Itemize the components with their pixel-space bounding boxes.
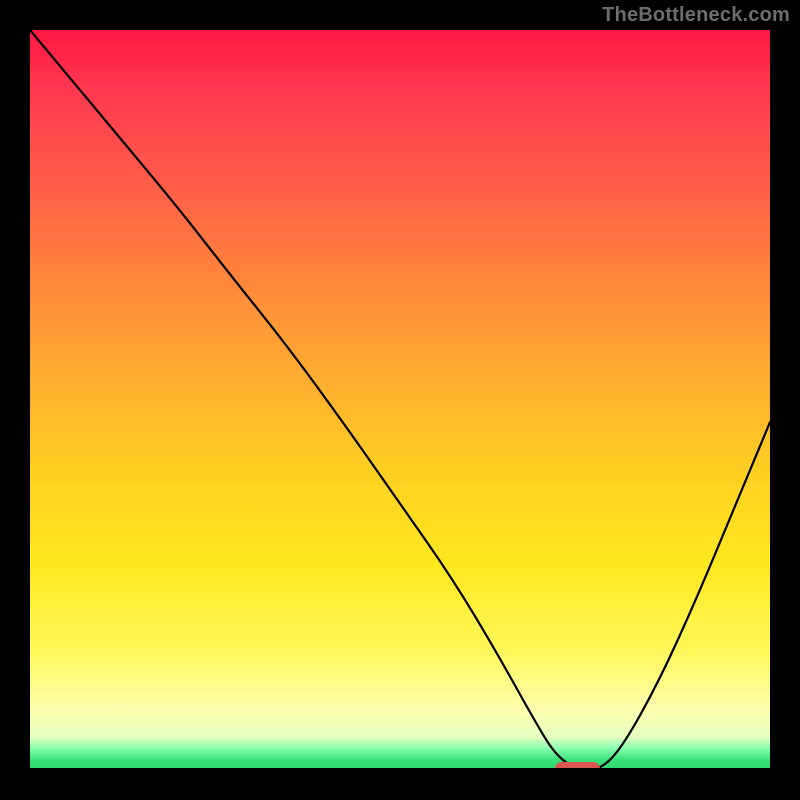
plot-area <box>30 30 770 770</box>
x-axis-baseline <box>30 768 770 770</box>
attribution-text: TheBottleneck.com <box>602 4 790 27</box>
bottleneck-curve <box>30 30 770 770</box>
chart-frame: TheBottleneck.com <box>0 0 800 800</box>
